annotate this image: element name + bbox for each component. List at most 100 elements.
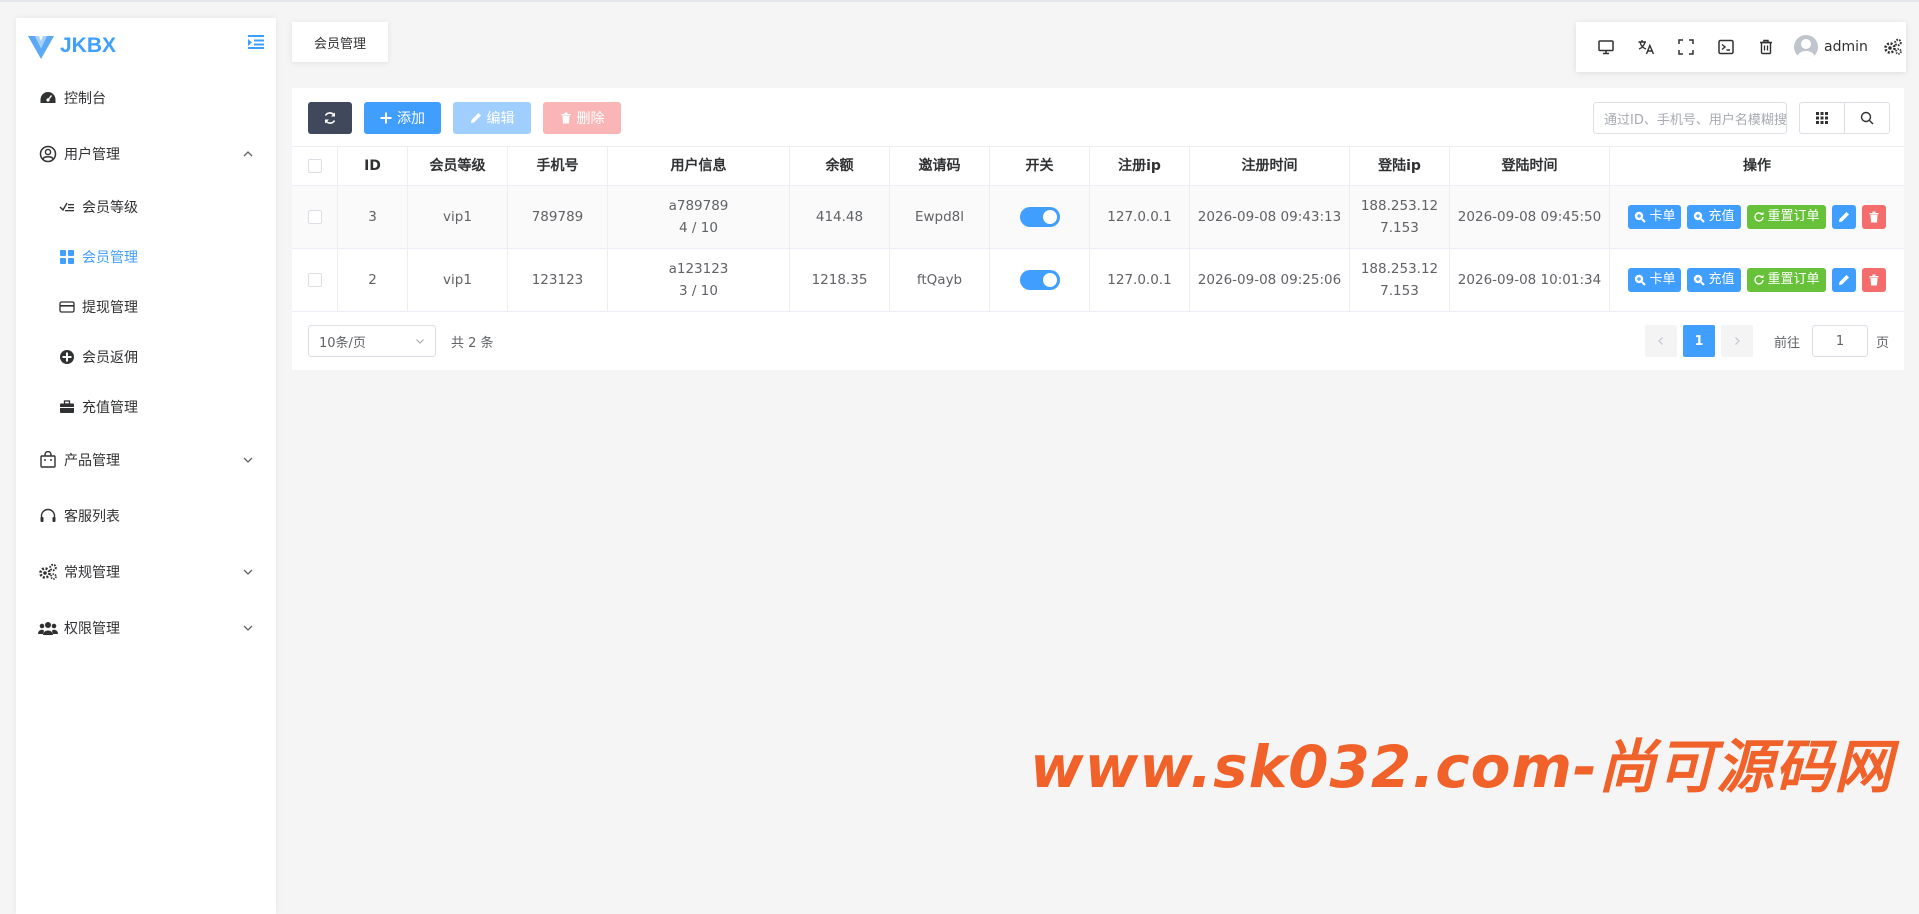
edit-row-button[interactable] — [1831, 205, 1856, 229]
column-header[interactable]: 登陆ip — [1350, 147, 1450, 185]
column-header[interactable]: 登陆时间 — [1450, 147, 1610, 185]
monitor-icon[interactable] — [1586, 27, 1626, 67]
edit-button[interactable]: 编辑 — [453, 102, 531, 134]
grid-view-icon[interactable] — [1800, 103, 1844, 133]
delete-row-button[interactable] — [1861, 205, 1886, 229]
row-checkbox[interactable] — [307, 210, 322, 224]
sidebar-item-withdrawal[interactable]: 提现管理 — [16, 282, 276, 332]
cell-reg-ip: 127.0.0.1 — [1090, 249, 1190, 311]
add-button-label: 添加 — [397, 111, 425, 127]
cell-actions: 卡单 充值 重置订单 — [1610, 186, 1904, 248]
card-order-button[interactable]: 卡单 — [1628, 268, 1682, 292]
translate-icon[interactable] — [1626, 27, 1666, 67]
fullscreen-icon[interactable] — [1666, 27, 1706, 67]
delete-row-button[interactable] — [1861, 268, 1886, 292]
grid-icon — [58, 248, 76, 266]
settings-gear-icon[interactable] — [1882, 36, 1904, 58]
refresh-button[interactable] — [308, 102, 352, 134]
login-ip-part: 7.153 — [1380, 283, 1419, 299]
reset-order-button[interactable]: 重置订单 — [1746, 205, 1826, 229]
column-header[interactable]: 手机号 — [508, 147, 608, 185]
username[interactable]: admin — [1824, 39, 1868, 55]
card-order-label: 卡单 — [1649, 272, 1676, 287]
card-order-button[interactable]: 卡单 — [1628, 205, 1682, 229]
column-header[interactable]: 会员等级 — [408, 147, 508, 185]
column-header[interactable]: ID — [338, 147, 408, 185]
table-row: 2 vip1 123123 a123123 3 / 10 1218.35 ftQ… — [292, 249, 1904, 312]
page-size-select[interactable]: 10条/页 — [308, 325, 436, 357]
cell-reg-time: 2026-09-08 09:25:06 — [1190, 249, 1350, 311]
status-switch[interactable] — [1019, 207, 1060, 227]
goto-page-input[interactable]: 1 — [1812, 325, 1868, 357]
cell-level: vip1 — [408, 186, 508, 248]
chevron-down-icon — [243, 569, 253, 575]
edit-row-button[interactable] — [1831, 268, 1856, 292]
table-row: 3 vip1 789789 a789789 4 / 10 414.48 Ewpd… — [292, 186, 1904, 249]
sidebar-item-general-management[interactable]: 常规管理 — [16, 544, 276, 600]
column-header[interactable]: 余额 — [790, 147, 890, 185]
logo[interactable]: JKBX — [26, 30, 116, 62]
cell-balance: 1218.35 — [790, 249, 890, 311]
cell-login-ip: 188.253.12 7.153 — [1350, 186, 1450, 248]
pencil-icon — [470, 113, 481, 123]
column-header[interactable]: 用户信息 — [608, 147, 790, 185]
logo-text: JKBX — [60, 34, 117, 57]
refresh-icon — [1753, 211, 1764, 222]
sidebar-item-product-management[interactable]: 产品管理 — [16, 432, 276, 488]
watermark-text: www.sk032.com-尚可源码网 — [1030, 733, 1894, 801]
trash-icon[interactable] — [1746, 27, 1786, 67]
recharge-button[interactable]: 充值 — [1687, 205, 1741, 229]
row-checkbox[interactable] — [307, 273, 322, 287]
search-icon[interactable] — [1844, 103, 1889, 133]
user-name: a789789 — [668, 198, 729, 214]
sidebar-item-member-management[interactable]: 会员管理 — [16, 232, 276, 282]
tab-member-management[interactable]: 会员管理 — [292, 22, 388, 62]
cell-login-time: 2026-09-08 09:45:50 — [1450, 186, 1610, 248]
column-header[interactable]: 开关 — [990, 147, 1090, 185]
logo-v-icon — [28, 36, 54, 59]
users-icon — [38, 618, 58, 638]
sidebar: JKBX 控制台 用户管理 会员等级 会员管理 提现管理 会员返佣 充值管理 产… — [16, 18, 276, 914]
cell-phone: 789789 — [508, 186, 608, 248]
plus-icon — [380, 112, 392, 124]
status-switch[interactable] — [1019, 270, 1060, 290]
zoom-in-icon — [1635, 211, 1647, 223]
column-header[interactable]: 注册时间 — [1190, 147, 1350, 185]
trash-icon — [1869, 211, 1879, 223]
pencil-icon — [1838, 275, 1849, 285]
sidebar-item-permission-management[interactable]: 权限管理 — [16, 600, 276, 656]
sidebar-item-label: 常规管理 — [64, 565, 120, 581]
table-header-row: ID 会员等级 手机号 用户信息 余额 邀请码 开关 注册ip 注册时间 登陆i… — [292, 146, 1904, 186]
column-header[interactable]: 注册ip — [1090, 147, 1190, 185]
reset-order-button[interactable]: 重置订单 — [1746, 268, 1826, 292]
checklist-icon — [58, 198, 76, 216]
select-all-checkbox[interactable] — [307, 159, 322, 173]
sidebar-item-dashboard[interactable]: 控制台 — [16, 70, 276, 126]
sidebar-item-member-level[interactable]: 会员等级 — [16, 182, 276, 232]
login-ip-part: 188.253.12 — [1360, 198, 1439, 214]
sidebar-item-user-management[interactable]: 用户管理 — [16, 126, 276, 182]
trash-icon — [561, 112, 570, 124]
recharge-button[interactable]: 充值 — [1687, 268, 1741, 292]
column-header[interactable]: 操作 — [1610, 147, 1904, 185]
add-button[interactable]: 添加 — [364, 102, 441, 134]
chevron-up-icon — [243, 151, 253, 157]
menu-fold-icon[interactable] — [246, 32, 266, 52]
edit-button-label: 编辑 — [486, 111, 515, 127]
cell-phone: 123123 — [508, 249, 608, 311]
prev-page-button[interactable] — [1645, 325, 1677, 357]
page-number-current[interactable]: 1 — [1683, 325, 1715, 357]
search-input[interactable]: 通过ID、手机号、用户名模糊搜索 — [1593, 102, 1787, 134]
headset-icon — [38, 506, 58, 526]
next-page-button[interactable] — [1721, 325, 1753, 357]
sidebar-item-customer-service[interactable]: 客服列表 — [16, 488, 276, 544]
sidebar-item-rebate[interactable]: 会员返佣 — [16, 332, 276, 382]
delete-button[interactable]: 删除 — [543, 102, 621, 134]
sidebar-item-recharge[interactable]: 充值管理 — [16, 382, 276, 432]
terminal-icon[interactable] — [1706, 27, 1746, 67]
page-size-value: 10条/页 — [319, 335, 366, 351]
avatar[interactable] — [1794, 35, 1818, 59]
column-header[interactable]: 邀请码 — [890, 147, 990, 185]
pencil-icon — [1838, 212, 1849, 222]
header-checkbox-cell — [292, 147, 338, 185]
